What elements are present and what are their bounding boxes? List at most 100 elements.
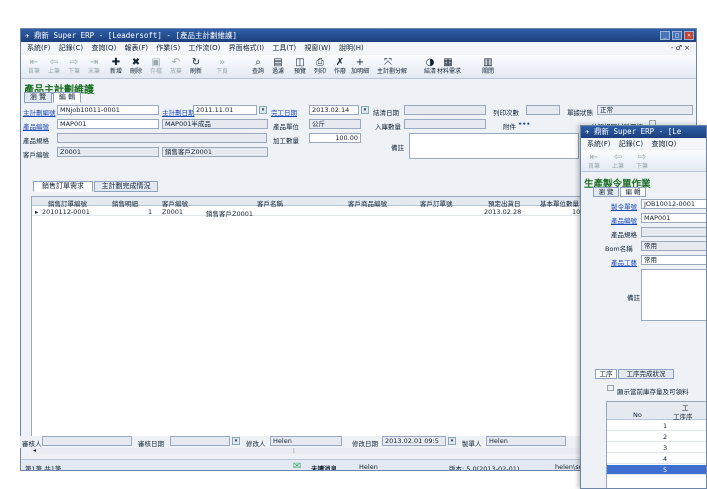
toolbar-button-7[interactable]: ↶ 放棄 [165, 57, 187, 78]
second-menu-query[interactable]: 查詢(Q) [651, 140, 676, 148]
second-menu-record[interactable]: 記錄(C) [619, 140, 643, 148]
tab-browse[interactable]: 瀏 覽 [24, 92, 52, 103]
menu-window[interactable]: 視窗(W) [304, 44, 330, 52]
maximize-button[interactable]: □ [672, 31, 682, 40]
toolbar-icon: ▤ [273, 57, 283, 68]
menu-query[interactable]: 查詢(Q) [91, 44, 116, 52]
process-label[interactable]: 產品工藝 [611, 257, 637, 267]
menu-help[interactable]: 說明(H) [339, 44, 364, 52]
menu-workflow[interactable]: 工作流(O) [188, 44, 220, 52]
tab-plan-completion[interactable]: 主計劃完成情況 [94, 181, 158, 192]
plan-date-label[interactable]: 主計劃日期 [162, 107, 195, 117]
finish-date-field[interactable]: 2013.02.14 [309, 105, 359, 115]
second-remark-field[interactable] [641, 269, 706, 321]
close-date-label: 結清日期 [373, 109, 399, 117]
second-prev-button[interactable]: ⇦ 上筆 [607, 152, 629, 173]
table-row[interactable]: 4 [607, 454, 706, 464]
second-tab-browse[interactable]: 瀏 覽 [593, 187, 619, 197]
review-date-dropdown-icon[interactable]: ▾ [232, 437, 240, 445]
second-next-button[interactable]: ⇨ 下筆 [631, 152, 653, 173]
toolbar-icon: ↻ [191, 57, 201, 68]
menu-bar: 系統(F) 記錄(C) 查詢(Q) 報表(F) 作業(S) 工作流(O) 界面格… [21, 43, 696, 54]
toolbar-button-18[interactable]: ▦ 材料需求 [437, 57, 461, 78]
menu-layout[interactable]: 界面格式(I) [229, 44, 265, 52]
toolbar-icon: ▣ [151, 57, 161, 68]
remark-field[interactable] [409, 133, 579, 159]
qty-field[interactable]: 100.00 [309, 133, 361, 143]
toolbar-button-14[interactable]: ✗ 作廢 [329, 57, 351, 78]
toolbar-button-9[interactable]: » 下頁 [211, 57, 233, 78]
table-row[interactable]: 2 [607, 432, 706, 442]
unit-field: 公斤 [309, 119, 361, 129]
close-button[interactable]: × [684, 31, 694, 40]
second-product-no-field[interactable]: MAP001 [641, 213, 706, 223]
toolbar-button-2[interactable]: ⇨ 下筆 [63, 57, 85, 78]
table-row[interactable]: ▸ 2010112-0001 1 Z0001 銷售客戶Z0001 2013.02… [32, 207, 590, 218]
grid-horizontal-scrollbar[interactable]: ◂ ⋮ [31, 447, 591, 454]
minimize-button[interactable]: _ [660, 31, 670, 40]
plan-no-label[interactable]: 主計劃編號 [23, 107, 56, 117]
toolbar-button-16[interactable]: ⤧ 主計劃分解 [377, 57, 407, 78]
toolbar-label: 新增 [109, 68, 122, 75]
menu-record[interactable]: 記錄(C) [59, 44, 83, 52]
stock-checkbox[interactable]: ☐ [607, 384, 614, 393]
tab-process[interactable]: 工序 [595, 369, 617, 379]
toolbar-label: 加明細 [350, 68, 369, 75]
col-no[interactable]: No [633, 411, 642, 419]
second-product-no-label[interactable]: 產品編號 [611, 215, 637, 225]
table-row-selected[interactable]: 5 [607, 465, 706, 475]
plan-date-field[interactable]: 2011.11.01 [193, 105, 257, 115]
toolbar-icon: ✗ [335, 57, 345, 68]
audit-footer-row: 審核人 審核日期 ▾ 修改人 Helen 修改日期 2013.02.01 09:… [20, 436, 580, 448]
tab-edit[interactable]: 編 輯 [53, 92, 81, 103]
toolbar-button-3[interactable]: ⇥ 末筆 [83, 57, 105, 78]
toolbar-icon: ◫ [295, 57, 305, 68]
toolbar-button-4[interactable]: ✚ 新增 [105, 57, 127, 78]
scroll-left-icon[interactable]: ◂ [33, 447, 36, 454]
toolbar-button-13[interactable]: ⎙ 列印 [309, 57, 331, 78]
second-first-button[interactable]: ⇤ 首筆 [583, 152, 605, 173]
finish-date-label[interactable]: 完工日期 [271, 107, 297, 117]
toolbar-button-5[interactable]: ✖ 刪除 [125, 57, 147, 78]
table-row[interactable]: 1 [607, 421, 706, 431]
message-icon[interactable]: ✉ [293, 461, 301, 470]
menu-system[interactable]: 系統(F) [27, 44, 51, 52]
toolbar-button-15[interactable]: + 加明細 [349, 57, 371, 78]
col-process-seq[interactable]: 工序序 [673, 411, 693, 421]
tab-process-status[interactable]: 工序完成狀況 [618, 369, 674, 379]
attach-button[interactable]: ••• [518, 120, 530, 128]
toolbar-button-10[interactable]: ⌕ 查詢 [247, 57, 269, 78]
toolbar-icon: ✚ [111, 57, 121, 68]
plan-date-dropdown-icon[interactable]: ▾ [259, 106, 267, 114]
toolbar-label: 下筆 [67, 68, 80, 75]
mdi-window-controls[interactable]: - ♂ × [671, 43, 690, 54]
toolbar-button-19[interactable]: ▥ 關閉 [477, 57, 499, 78]
product-no-label[interactable]: 產品編號 [23, 121, 49, 131]
menu-operation[interactable]: 作業(S) [156, 44, 180, 52]
table-row[interactable]: 3 [607, 443, 706, 453]
toolbar-button-12[interactable]: ◫ 預覽 [289, 57, 311, 78]
modify-date-dropdown-icon[interactable]: ▾ [448, 437, 456, 445]
second-tab-edit[interactable]: 編 輯 [620, 187, 646, 197]
toolbar-button-1[interactable]: ⇦ 上筆 [43, 57, 65, 78]
cell-sales-order-no: 2010112-0001 [42, 208, 90, 216]
toolbar-button-8[interactable]: ↻ 刷新 [185, 57, 207, 78]
tab-sales-demand[interactable]: 銷售訂單需求 [33, 181, 93, 192]
plan-no-field[interactable]: MNjob10011-0001 [57, 105, 159, 115]
order-no-field[interactable]: JOB10012-0001 [641, 199, 706, 209]
finish-date-dropdown-icon[interactable]: ▾ [361, 106, 369, 114]
process-field[interactable]: 常用 [641, 255, 706, 265]
toolbar-button-11[interactable]: ▤ 過濾 [267, 57, 289, 78]
second-window-title: ✈ 鼎新 Super ERP - [Le [585, 127, 682, 136]
unread-messages-link[interactable]: 未讀消息 [311, 463, 337, 470]
status-version: 版本: 5.0(2013-02-01) [449, 465, 520, 471]
toolbar-button-0[interactable]: ⇤ 首筆 [23, 57, 45, 78]
order-no-label[interactable]: 製令單號 [611, 201, 637, 211]
menu-tools[interactable]: 工具(T) [272, 44, 296, 52]
second-menu-system[interactable]: 系統(F) [587, 140, 611, 148]
toolbar-button-6[interactable]: ▣ 存檔 [145, 57, 167, 78]
cell-customer-no: Z0001 [162, 208, 183, 216]
menu-report[interactable]: 報表(F) [125, 44, 149, 52]
scroll-thumb[interactable]: ⋮ [291, 447, 297, 454]
product-no-field[interactable]: MAP001 [57, 119, 159, 129]
